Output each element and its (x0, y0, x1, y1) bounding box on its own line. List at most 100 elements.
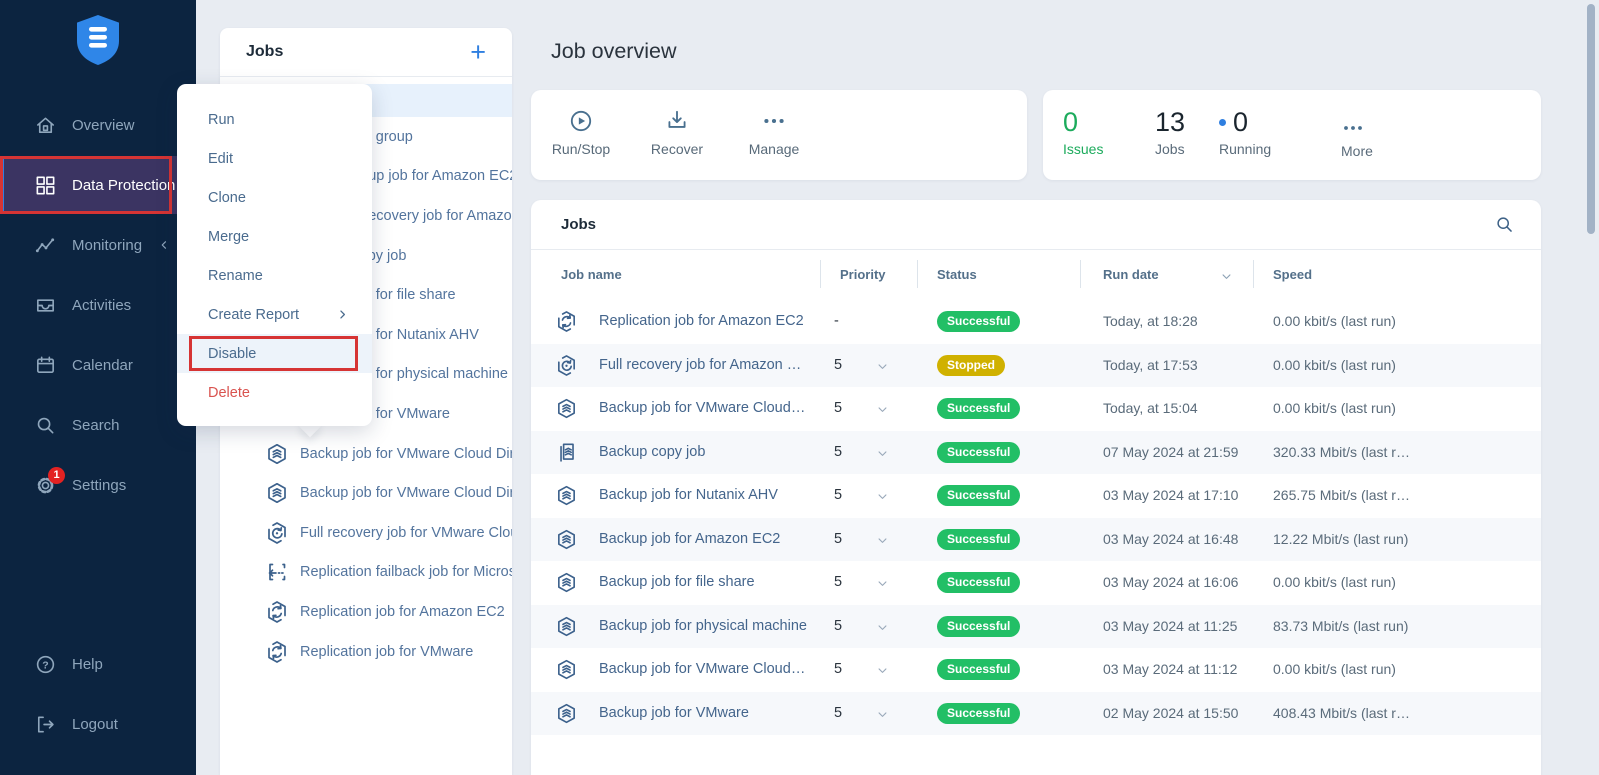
run-date: 07 May 2024 at 21:59 (1103, 444, 1238, 460)
sidebar-item-help[interactable]: Help (0, 635, 196, 693)
home-icon (34, 114, 57, 137)
col-run-date[interactable]: Run date (1103, 267, 1159, 282)
sidebar-item-calendar[interactable]: Calendar (0, 336, 196, 394)
job-name: Backup copy job (599, 444, 705, 460)
table-row[interactable]: Backup job for VMware 5 Successful 02 Ma… (531, 692, 1541, 736)
stats-more-button[interactable]: More (1341, 106, 1373, 159)
priority-chevron-down-icon[interactable] (875, 446, 890, 461)
job-list-item[interactable]: Backup job for VMware Cloud Director (220, 473, 512, 513)
jobs-label: Jobs (1155, 141, 1185, 157)
table-row[interactable]: Replication job for Amazon EC2 - Success… (531, 300, 1541, 344)
status-badge: Successful (937, 398, 1020, 419)
job-label: Replication job for VMware (300, 644, 473, 660)
priority-chevron-down-icon[interactable] (875, 663, 890, 678)
priority-chevron-down-icon[interactable] (875, 620, 890, 635)
sidebar-item-label: Calendar (72, 357, 133, 374)
run-stop-button[interactable]: Run/Stop (533, 108, 629, 157)
menu-item-rename[interactable]: Rename (177, 256, 372, 295)
col-job-name[interactable]: Job name (561, 267, 622, 282)
job-label: Replication failback job for Microsoft (300, 564, 512, 580)
sidebar-item-overview[interactable]: Overview (0, 96, 196, 154)
help-icon (34, 653, 57, 676)
backup-job-icon (555, 528, 578, 551)
menu-item-label: Rename (208, 268, 263, 284)
job-list-item[interactable]: Replication job for Amazon EC2 (220, 592, 512, 632)
job-name: Backup job for VMware Cloud… (599, 400, 805, 416)
sidebar: Overview Data Protection Monitoring Acti… (0, 0, 196, 775)
recovery-job-icon (265, 521, 289, 545)
recover-button[interactable]: Recover (629, 108, 725, 157)
priority-chevron-down-icon[interactable] (875, 402, 890, 417)
table-row[interactable]: Backup copy job 5 Successful 07 May 2024… (531, 431, 1541, 475)
sidebar-item-logout[interactable]: Logout (0, 695, 196, 753)
sidebar-item-settings[interactable]: 1 Settings (0, 456, 196, 514)
table-title: Jobs (561, 216, 596, 233)
jobs-panel-title: Jobs (246, 43, 283, 61)
search-icon[interactable] (1494, 214, 1515, 235)
job-list-item[interactable]: Full recovery job for VMware Cloud Direc… (220, 513, 512, 553)
vertical-scrollbar[interactable] (1587, 4, 1595, 234)
priority-chevron-down-icon[interactable] (875, 489, 890, 504)
stat-jobs: 13 Jobs (1155, 106, 1185, 157)
menu-item-create-report[interactable]: Create Report (177, 295, 372, 334)
sidebar-item-search[interactable]: Search (0, 396, 196, 454)
priority-value: 5 (834, 618, 842, 634)
col-status[interactable]: Status (937, 267, 977, 282)
table-row[interactable]: Backup job for file share 5 Successful 0… (531, 561, 1541, 605)
table-row[interactable]: Backup job for VMware Cloud… 5 Successfu… (531, 648, 1541, 692)
job-label: Replication job for Amazon EC2 (300, 604, 505, 620)
app-window: Overview Data Protection Monitoring Acti… (0, 0, 1599, 775)
menu-item-run[interactable]: Run (177, 100, 372, 139)
table-row[interactable]: Full recovery job for Amazon … 5 Stopped… (531, 344, 1541, 388)
menu-item-edit[interactable]: Edit (177, 139, 372, 178)
table-row[interactable]: Backup job for Amazon EC2 5 Successful 0… (531, 518, 1541, 562)
priority-value: 5 (834, 487, 842, 503)
priority-chevron-down-icon[interactable] (875, 533, 890, 548)
menu-item-label: Delete (208, 385, 250, 401)
failback-job-icon (265, 560, 289, 584)
status-badge: Stopped (937, 355, 1005, 376)
running-value-row: 0 (1219, 106, 1271, 138)
speed: 0.00 kbit/s (last run) (1273, 313, 1396, 329)
running-dot-icon (1219, 119, 1226, 126)
menu-item-merge[interactable]: Merge (177, 217, 372, 256)
sidebar-item-activities[interactable]: Activities (0, 276, 196, 334)
priority-chevron-down-icon[interactable] (875, 359, 890, 374)
job-list-item[interactable]: Replication job for VMware (220, 632, 512, 672)
col-priority[interactable]: Priority (840, 267, 886, 282)
sidebar-item-label: Activities (72, 297, 131, 314)
job-name: Backup job for file share (599, 574, 755, 590)
job-list-item[interactable]: Backup job for VMware Cloud Director (220, 434, 512, 474)
status-badge: Successful (937, 485, 1020, 506)
run-date: 03 May 2024 at 16:06 (1103, 574, 1238, 590)
sort-chevron-down-icon[interactable] (1219, 269, 1234, 284)
backup-job-icon (555, 702, 578, 725)
chevron-left-icon[interactable] (157, 238, 171, 252)
manage-button[interactable]: Manage (726, 108, 822, 157)
backup-job-icon (265, 442, 289, 466)
priority-value: 5 (834, 661, 842, 677)
priority-chevron-down-icon[interactable] (875, 707, 890, 722)
add-job-button[interactable]: + (470, 40, 486, 64)
speed: 408.43 Mbit/s (last r… (1273, 705, 1410, 721)
sidebar-item-data-protection[interactable]: Data Protection (0, 156, 196, 214)
menu-item-label: Run (208, 112, 235, 128)
table-row[interactable]: Backup job for Nutanix AHV 5 Successful … (531, 474, 1541, 518)
jobs-panel-header: Jobs + (220, 28, 512, 77)
sidebar-item-monitoring[interactable]: Monitoring (0, 216, 196, 274)
table-row[interactable]: Backup job for physical machine 5 Succes… (531, 605, 1541, 649)
table-row[interactable]: Backup job for VMware Cloud… 5 Successfu… (531, 387, 1541, 431)
sidebar-item-label: Monitoring (72, 237, 142, 254)
priority-value: 5 (834, 444, 842, 460)
menu-item-disable[interactable]: Disable (177, 334, 372, 373)
job-list-item[interactable]: Replication failback job for Microsoft (220, 553, 512, 593)
menu-item-delete[interactable]: Delete (177, 373, 372, 412)
backup-job-icon (555, 658, 578, 681)
menu-item-clone[interactable]: Clone (177, 178, 372, 217)
ellipsis-icon (1341, 116, 1365, 140)
speed: 320.33 Mbit/s (last r… (1273, 444, 1410, 460)
col-speed[interactable]: Speed (1273, 267, 1312, 282)
priority-chevron-down-icon[interactable] (875, 576, 890, 591)
running-label: Running (1219, 141, 1271, 157)
sidebar-item-label: Help (72, 656, 103, 673)
